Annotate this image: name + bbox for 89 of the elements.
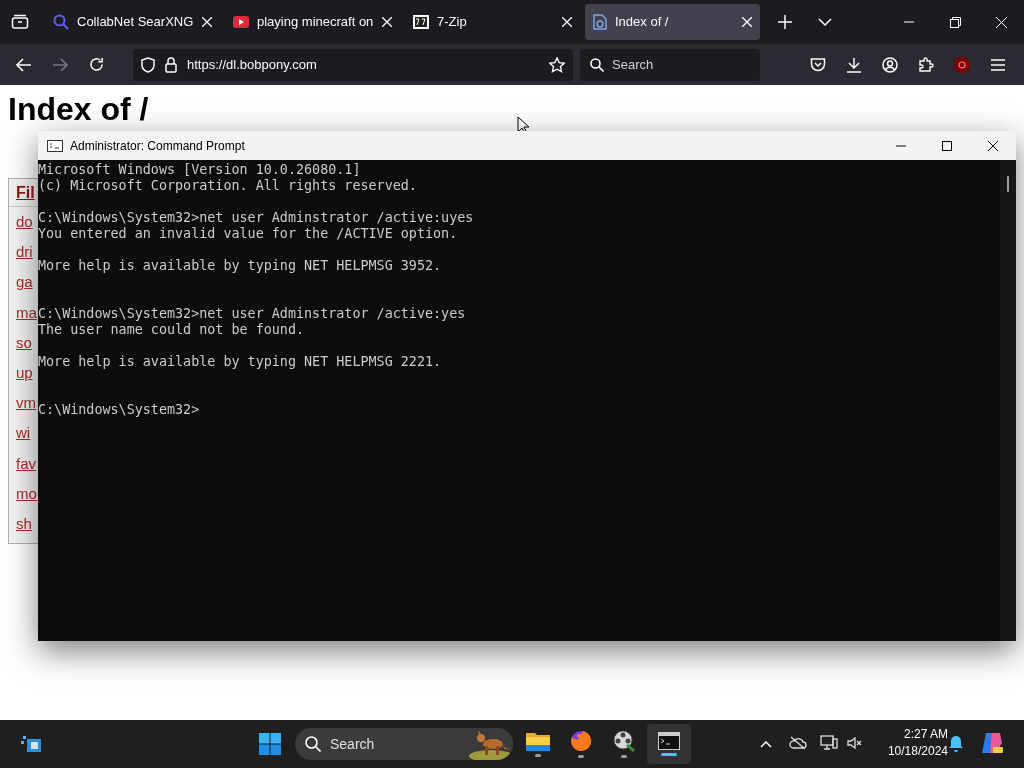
close-icon <box>988 140 998 151</box>
file-link[interactable]: sh <box>16 508 32 540</box>
forward-arrow-icon <box>52 57 68 72</box>
search-icon <box>305 736 321 752</box>
maximize-icon <box>942 140 952 151</box>
close-icon[interactable] <box>742 17 752 27</box>
running-indicator <box>535 754 541 757</box>
search-icon <box>53 14 69 30</box>
console-line: The user name could not be found. <box>38 322 305 338</box>
file-link[interactable]: fav <box>16 448 36 479</box>
url-text: https://dl.bobpony.com <box>187 55 318 74</box>
file-link[interactable]: so <box>16 327 32 358</box>
minimize-icon <box>896 144 906 147</box>
widgets-icon <box>21 735 43 753</box>
plus-icon <box>778 15 792 29</box>
close-icon[interactable] <box>382 17 392 27</box>
search-field[interactable]: Search <box>580 48 760 81</box>
console-line: You entered an invalid value for the /ACTIVE option. <box>38 226 458 242</box>
back-arrow-icon <box>16 57 32 72</box>
reload-icon <box>88 57 104 72</box>
file-link[interactable]: vm <box>16 388 36 419</box>
document-icon <box>593 14 607 30</box>
chevron-down-icon <box>818 18 832 26</box>
file-link[interactable]: dri <box>16 237 33 268</box>
account-icon <box>882 56 898 73</box>
bell-icon[interactable] <box>949 735 963 752</box>
terminal-icon <box>658 732 680 750</box>
browser-tab[interactable]: Index of / <box>585 4 760 40</box>
console-line: C:\Windows\System32>net user Adminstrator /active:uyes <box>38 210 474 226</box>
file-link[interactable]: ga <box>16 267 33 298</box>
file-link[interactable]: mo <box>16 478 37 509</box>
bookmark-star-icon[interactable] <box>549 56 565 73</box>
puzzle-icon <box>918 56 934 73</box>
clock[interactable]: 2:27 AM 10/18/2024 <box>872 726 948 760</box>
console-line: C:\Windows\System32> <box>38 402 200 418</box>
chevron-up-icon <box>760 740 772 748</box>
search-placeholder: Search <box>612 55 654 74</box>
date-text: 10/18/2024 <box>887 743 948 760</box>
copilot-icon[interactable] <box>980 731 1004 755</box>
search-icon <box>590 57 604 72</box>
running-indicator <box>621 755 627 758</box>
minimize-icon <box>904 21 914 23</box>
running-indicator <box>578 755 584 758</box>
console-app-icon <box>47 139 63 152</box>
address-bar[interactable]: https://dl.bobpony.com <box>133 48 573 81</box>
scrollbar[interactable] <box>1000 160 1016 641</box>
shield-badge-icon <box>954 56 970 73</box>
browser-tab[interactable]: CollabNet SearXNG <box>45 4 220 40</box>
file-link[interactable]: up <box>16 357 33 389</box>
video-play-icon <box>233 16 249 28</box>
fox-globe-icon <box>570 730 592 752</box>
menu-icon <box>991 58 1005 71</box>
speaker-muted-icon[interactable] <box>847 736 863 750</box>
pocket-icon <box>810 57 826 72</box>
console-line: More help is available by typing NET HELPMSG 3952. <box>38 258 442 274</box>
console-line: Microsoft Windows [Version 10.0.26080.1] <box>38 162 361 178</box>
lock-icon <box>165 56 177 73</box>
active-indicator <box>661 753 677 756</box>
restore-icon <box>949 16 961 28</box>
file-link[interactable]: do <box>16 207 33 238</box>
tab-title: 7-Zip <box>437 13 468 32</box>
scrollbar-thumb[interactable] <box>1007 176 1009 192</box>
taskbar-search-field[interactable]: Search <box>295 728 513 760</box>
console-line: C:\Windows\System32>net user Adminstrator /active:yes <box>38 306 466 322</box>
windows-logo-icon <box>259 733 281 755</box>
film-reel-icon <box>613 730 635 752</box>
console-line: More help is available by typing NET HELPMSG 2221. <box>38 354 442 370</box>
close-icon[interactable] <box>202 17 212 27</box>
download-icon <box>846 56 862 73</box>
file-link[interactable]: ma <box>16 297 37 328</box>
browser-tab[interactable]: playing minecraft on <box>225 4 400 40</box>
file-link[interactable]: wi <box>16 418 31 449</box>
tab-list-icon <box>11 14 29 30</box>
time-text: 2:27 AM <box>903 726 948 743</box>
folder-icon <box>526 731 550 751</box>
window-title: Administrator: Command Prompt <box>70 137 246 155</box>
cloud-off-icon[interactable] <box>789 736 807 750</box>
page-heading: Index of / <box>8 91 149 127</box>
tab-title: Index of / <box>615 13 670 32</box>
terminal-button[interactable] <box>647 724 691 764</box>
close-icon <box>995 16 1007 28</box>
shield-icon <box>141 56 155 73</box>
tab-title: CollabNet SearXNG <box>77 13 194 32</box>
tab-title: playing minecraft on <box>257 13 374 32</box>
network-icon[interactable] <box>820 735 838 751</box>
archive-app-icon <box>413 15 429 29</box>
search-placeholder: Search <box>330 734 376 754</box>
browser-tab[interactable]: 7-Zip <box>405 4 580 40</box>
close-icon[interactable] <box>562 17 572 27</box>
